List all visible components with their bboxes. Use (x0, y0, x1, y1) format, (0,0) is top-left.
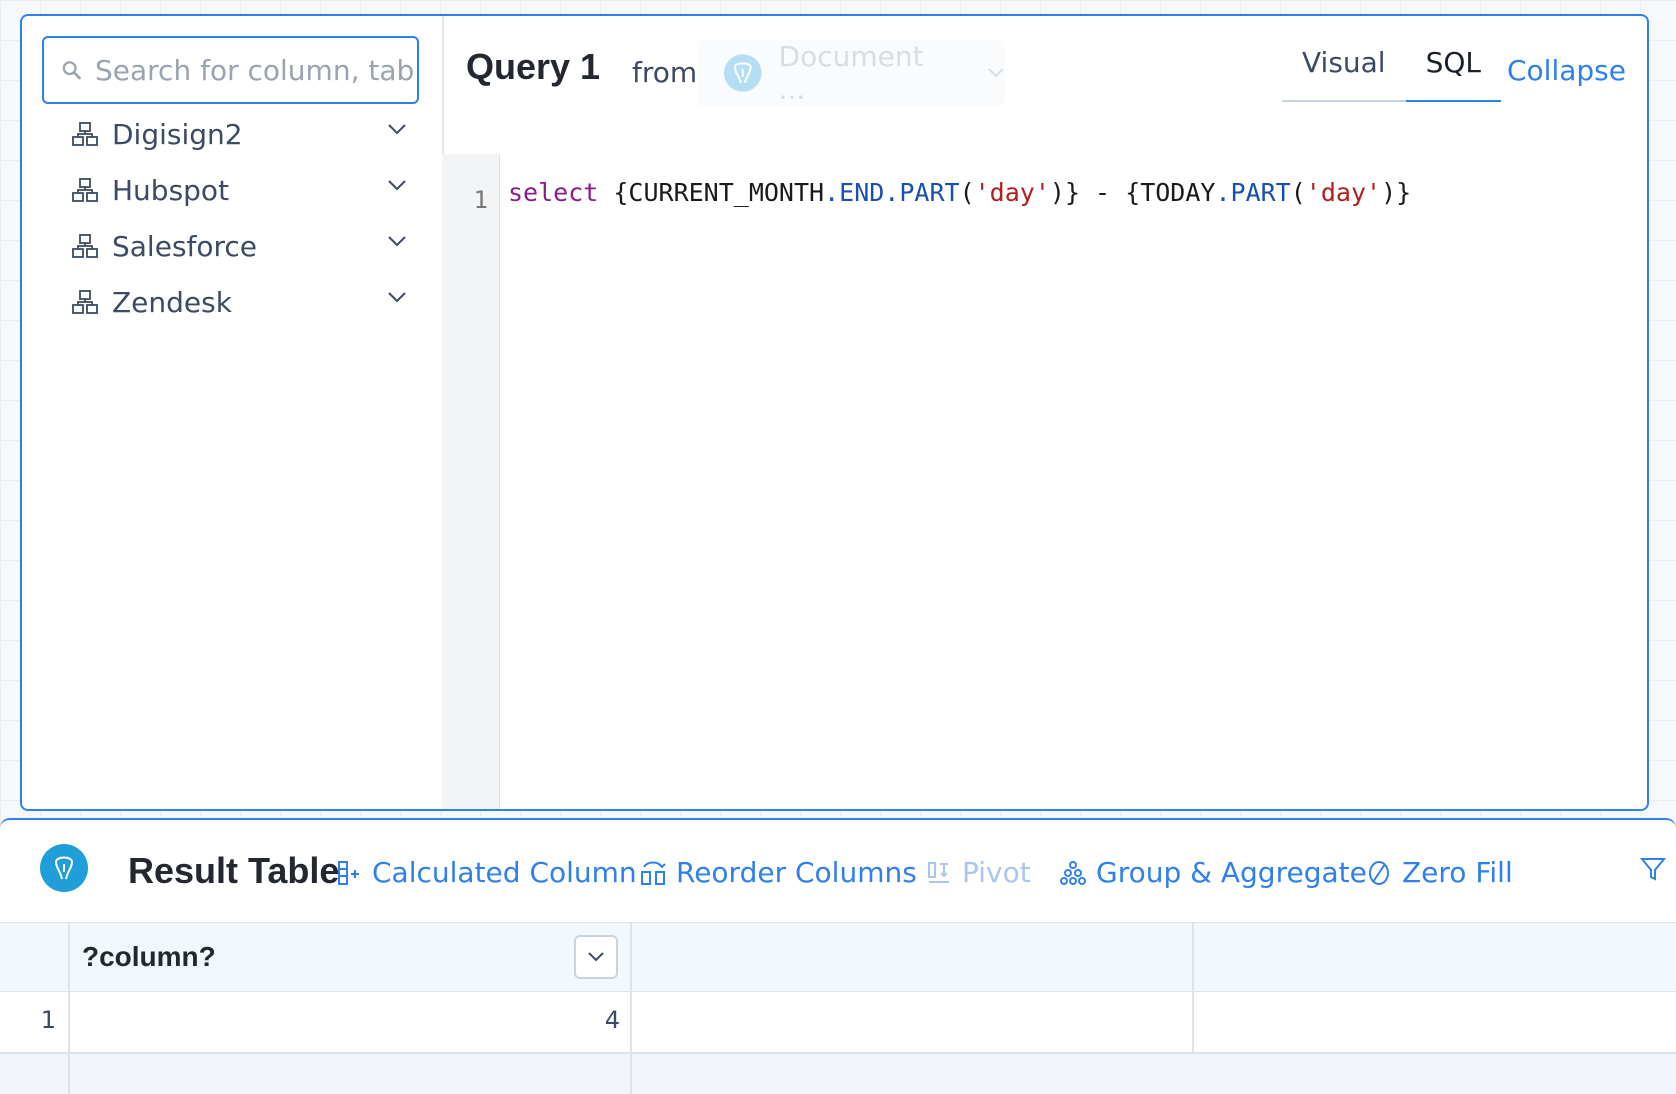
empty-cell (632, 992, 1194, 1052)
chevron-down-icon[interactable] (387, 234, 407, 248)
collapse-button[interactable]: Collapse (1507, 54, 1626, 87)
row-number: 1 (40, 1006, 56, 1034)
column-header[interactable]: ?column? (70, 923, 632, 991)
sql-string: 'day' (974, 178, 1050, 207)
table-header-row: ?column? (0, 922, 1676, 993)
schema-item-label: Hubspot (112, 173, 230, 207)
row-number-header (0, 923, 70, 991)
group-aggregate-button[interactable]: Group & Aggregate (1060, 856, 1367, 889)
result-toolbar: Result Table Calculated Column Reorder C… (0, 820, 1676, 920)
pivot-icon (928, 861, 949, 883)
chevron-down-icon[interactable] (387, 178, 407, 192)
schema-sidebar: Digisign2 Hubspot (22, 16, 444, 809)
schema-tree-icon (72, 290, 98, 314)
reorder-columns-label: Reorder Columns (676, 856, 917, 889)
search-icon (62, 61, 81, 80)
search-input[interactable] (93, 52, 417, 88)
chevron-down-icon[interactable] (387, 122, 407, 136)
group-aggregate-label: Group & Aggregate (1096, 856, 1367, 889)
search-box[interactable] (42, 36, 419, 104)
reorder-columns-icon (641, 861, 666, 885)
sql-keyword: select (508, 178, 599, 207)
schema-item-hubspot[interactable]: Hubspot (22, 162, 442, 218)
group-aggregate-icon (1060, 860, 1086, 885)
table-row: 1 4 (0, 992, 1676, 1054)
zero-fill-icon (1369, 860, 1389, 885)
sql-code-editor[interactable]: 1 select {CURRENT_MONTH.END.PART('day')}… (442, 154, 1647, 809)
sql-function: .PART (1215, 178, 1291, 207)
from-label: from (632, 56, 698, 89)
table-row-empty (0, 1054, 1676, 1094)
line-number: 1 (473, 186, 488, 214)
filter-button[interactable] (1640, 856, 1676, 882)
calculated-column-button[interactable]: Calculated Column (336, 856, 637, 889)
table-cell[interactable]: 4 (70, 992, 632, 1052)
sql-string: 'day' (1305, 178, 1382, 207)
sql-function: .END.PART (824, 178, 960, 207)
code-line[interactable]: select {CURRENT_MONTH.END.PART('day')} -… (508, 178, 1411, 207)
sql-text: {CURRENT_MONTH (598, 178, 825, 207)
data-source-label: Document ... (778, 40, 924, 106)
column-menu-button[interactable] (574, 935, 618, 979)
chevron-down-icon[interactable] (387, 290, 407, 304)
tab-sql[interactable]: SQL (1405, 46, 1502, 102)
row-number-cell: 1 (0, 992, 70, 1052)
row-number-cell (0, 1054, 70, 1094)
schema-item-label: Zendesk (112, 285, 232, 319)
calculated-column-label: Calculated Column (372, 856, 637, 889)
pivot-button[interactable]: Pivot (926, 856, 1031, 889)
reorder-columns-button[interactable]: Reorder Columns (640, 856, 917, 889)
sql-text: ( (1290, 178, 1306, 207)
empty-header-cell (632, 923, 1194, 991)
zero-fill-button[interactable]: Zero Fill (1366, 856, 1513, 889)
result-table-title: Result Table (128, 850, 340, 891)
chevron-down-icon (588, 952, 604, 962)
postgres-elephant-icon (40, 844, 88, 892)
chevron-down-icon (988, 68, 1004, 78)
data-source-select[interactable]: Document ... (697, 40, 1005, 106)
column-header-label: ?column? (82, 941, 216, 972)
filter-icon (1640, 858, 1666, 881)
query-title: Query 1 (466, 46, 601, 87)
pivot-label: Pivot (962, 856, 1031, 889)
tab-visual[interactable]: Visual (1282, 46, 1406, 102)
schema-item-label: Digisign2 (112, 117, 243, 151)
empty-cell (70, 1054, 632, 1094)
postgres-elephant-icon (723, 54, 762, 92)
editor-area: Query 1 from Document ... Visual SQL Col… (442, 16, 1647, 809)
schema-list: Digisign2 Hubspot Salesforce Zendesk (22, 106, 442, 330)
mode-tabs: Visual SQL (1282, 46, 1502, 102)
schema-item-digisign2[interactable]: Digisign2 (22, 106, 442, 162)
schema-item-label: Salesforce (112, 229, 258, 263)
schema-item-salesforce[interactable]: Salesforce (22, 218, 442, 274)
schema-item-zendesk[interactable]: Zendesk (22, 274, 442, 330)
schema-tree-icon (72, 122, 98, 146)
cell-value: 4 (604, 1006, 620, 1034)
result-panel: Result Table Calculated Column Reorder C… (0, 818, 1676, 1094)
zero-fill-label: Zero Fill (1402, 856, 1513, 889)
sql-text: )} - {TODAY (1049, 178, 1216, 207)
line-gutter: 1 (442, 154, 500, 809)
calculated-column-icon (338, 860, 359, 885)
schema-tree-icon (72, 234, 98, 258)
sql-text: )} (1381, 178, 1412, 207)
sql-text: ( (959, 178, 975, 207)
schema-tree-icon (72, 178, 98, 202)
query-panel: Digisign2 Hubspot (20, 14, 1649, 811)
